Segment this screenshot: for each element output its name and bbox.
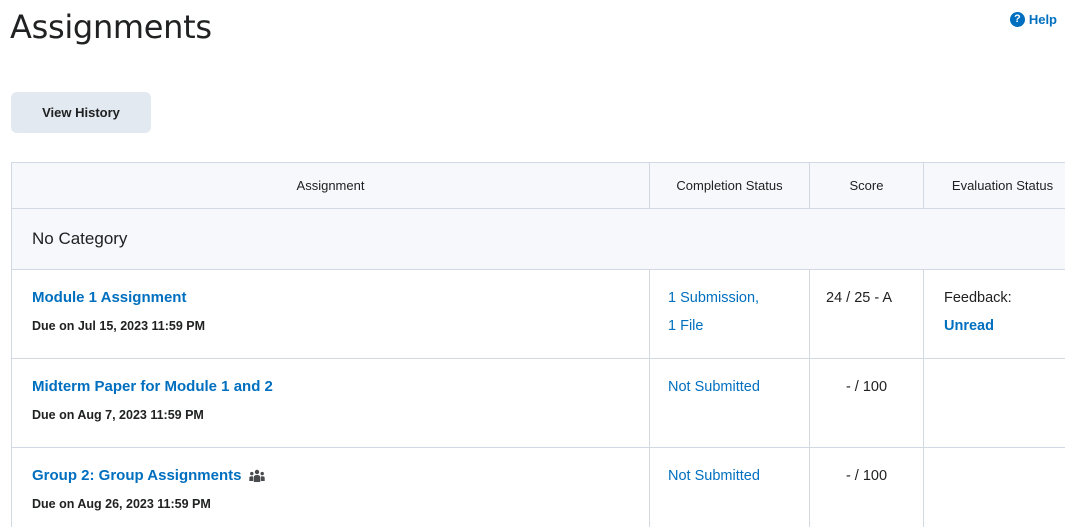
completion-cell: 1 Submission, 1 File (649, 269, 810, 359)
evaluation-cell (923, 358, 1065, 448)
completion-status-link[interactable]: Not Submitted (668, 468, 760, 484)
group-icon (249, 469, 266, 482)
score-cell: - / 100 (809, 358, 924, 448)
assignment-cell: Module 1 Assignment Due on Jul 15, 2023 … (11, 269, 650, 359)
category-label: No Category (11, 208, 1065, 270)
table-row: Midterm Paper for Module 1 and 2 Due on … (11, 358, 1065, 448)
assignment-link-label: Group 2: Group Assignments (32, 467, 242, 484)
assignment-link[interactable]: Module 1 Assignment (32, 284, 186, 312)
assignments-table: Assignment Completion Status Score Evalu… (11, 162, 1065, 527)
page-title: Assignments (10, 8, 212, 46)
evaluation-cell (923, 447, 1065, 527)
due-date: Due on Aug 26, 2023 11:59 PM (32, 497, 211, 511)
due-date: Due on Jul 15, 2023 11:59 PM (32, 319, 205, 333)
help-label: Help (1028, 12, 1057, 27)
assignment-link[interactable]: Midterm Paper for Module 1 and 2 (32, 373, 273, 401)
view-history-button[interactable]: View History (11, 92, 151, 133)
completion-cell: Not Submitted (649, 358, 810, 448)
evaluation-cell: Feedback: Unread (923, 269, 1065, 359)
score-cell: 24 / 25 - A (809, 269, 924, 359)
question-circle-icon: ? (1009, 12, 1025, 27)
feedback-label: Feedback: (944, 290, 1012, 306)
category-row: No Category (11, 208, 1065, 270)
table-row: Group 2: Group Assignments Due on Aug 26… (11, 447, 1065, 527)
due-date: Due on Aug 7, 2023 11:59 PM (32, 408, 204, 422)
score-cell: - / 100 (809, 447, 924, 527)
table-header-row: Assignment Completion Status Score Evalu… (11, 162, 1065, 209)
help-link[interactable]: ? Help (1009, 12, 1057, 27)
completion-status-link[interactable]: Not Submitted (668, 379, 760, 395)
header-evaluation-status[interactable]: Evaluation Status (923, 162, 1065, 209)
assignment-cell: Midterm Paper for Module 1 and 2 Due on … (11, 358, 650, 448)
assignment-link[interactable]: Group 2: Group Assignments (32, 462, 266, 490)
table-row: Module 1 Assignment Due on Jul 15, 2023 … (11, 269, 1065, 359)
assignment-cell: Group 2: Group Assignments Due on Aug 26… (11, 447, 650, 527)
header-assignment[interactable]: Assignment (11, 162, 650, 209)
completion-status-link[interactable]: 1 Submission, 1 File (668, 290, 759, 334)
header-completion-status[interactable]: Completion Status (649, 162, 810, 209)
header-score[interactable]: Score (809, 162, 924, 209)
completion-cell: Not Submitted (649, 447, 810, 527)
feedback-unread-link[interactable]: Unread (944, 312, 1065, 340)
